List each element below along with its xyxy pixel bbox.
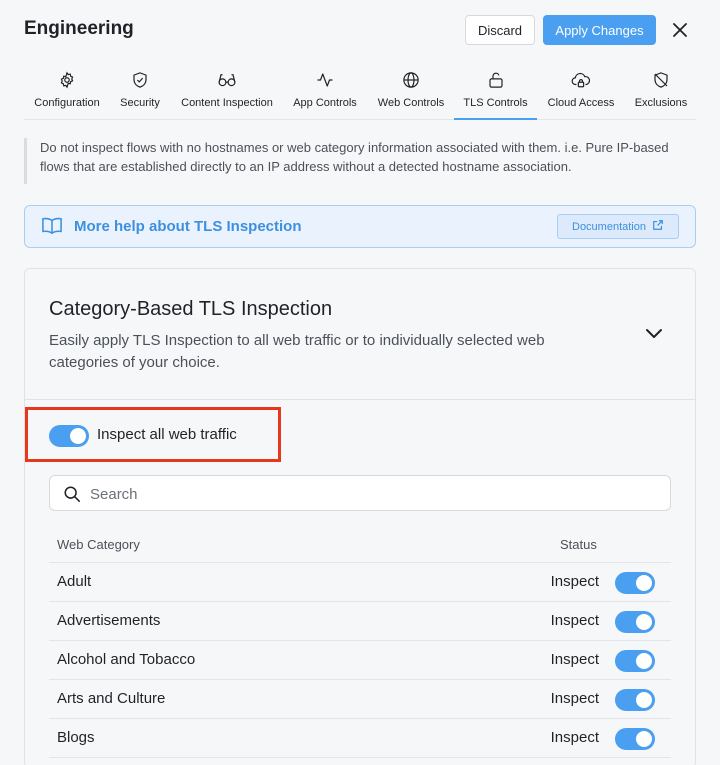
category-name: Alcohol and Tobacco xyxy=(57,651,196,668)
cloud-lock-icon xyxy=(571,68,591,92)
help-link[interactable]: More help about TLS Inspection xyxy=(74,218,302,235)
inspect-all-label: Inspect all web traffic xyxy=(97,426,237,443)
status-text: Inspect xyxy=(550,573,599,590)
inspection-note: Do not inspect flows with no hostnames o… xyxy=(24,138,696,184)
shield-off-icon xyxy=(652,68,670,92)
activity-icon xyxy=(316,68,334,92)
table-row: Arts and Culture Inspect xyxy=(49,680,671,719)
help-banner: More help about TLS Inspection Documenta… xyxy=(24,205,696,248)
inspect-all-toggle[interactable] xyxy=(49,425,89,447)
inspect-toggle[interactable] xyxy=(615,728,655,750)
tab-exclusions[interactable]: Exclusions xyxy=(628,68,694,120)
tab-label: Content Inspection xyxy=(181,97,273,109)
apply-changes-button[interactable]: Apply Changes xyxy=(543,15,656,45)
globe-icon xyxy=(402,68,420,92)
category-name: Arts and Culture xyxy=(57,690,166,707)
table-row: Alcohol and Tobacco Inspect xyxy=(49,641,671,680)
tab-web-controls[interactable]: Web Controls xyxy=(374,68,448,120)
search-input[interactable] xyxy=(90,482,650,506)
tab-configuration[interactable]: Configuration xyxy=(30,68,104,120)
status-text: Inspect xyxy=(550,690,599,707)
documentation-button[interactable]: Documentation xyxy=(557,214,679,239)
chevron-down-icon[interactable] xyxy=(643,323,665,350)
inspect-toggle[interactable] xyxy=(615,572,655,594)
inspect-toggle[interactable] xyxy=(615,689,655,711)
header: Engineering Discard Apply Changes xyxy=(0,0,720,60)
search-box xyxy=(49,475,671,511)
shield-check-icon xyxy=(131,68,149,92)
tab-security[interactable]: Security xyxy=(116,68,164,120)
card-header: Category-Based TLS Inspection Easily app… xyxy=(25,269,695,400)
external-link-icon xyxy=(652,219,664,234)
status-text: Inspect xyxy=(550,729,599,746)
category-name: Adult xyxy=(57,573,92,590)
glasses-icon xyxy=(217,68,237,92)
discard-button[interactable]: Discard xyxy=(465,15,535,45)
tab-label: Security xyxy=(120,97,160,109)
book-open-icon xyxy=(41,216,63,241)
table-row: Advertisements Inspect xyxy=(49,602,671,641)
status-text: Inspect xyxy=(550,612,599,629)
tab-label: TLS Controls xyxy=(463,97,528,109)
category-name: Advertisements xyxy=(57,612,161,629)
table-header: Web Category Status xyxy=(49,533,671,563)
table-row: Adult Inspect xyxy=(49,563,671,602)
inspect-toggle[interactable] xyxy=(615,650,655,672)
inspect-toggle[interactable] xyxy=(615,611,655,633)
tab-label: Web Controls xyxy=(377,97,445,109)
category-name: Blogs xyxy=(57,729,95,746)
tab-app-controls[interactable]: App Controls xyxy=(290,68,360,120)
section-description: Easily apply TLS Inspection to all web t… xyxy=(49,332,545,371)
tab-tls-controls[interactable]: TLS Controls xyxy=(454,68,537,120)
tab-label: Exclusions xyxy=(634,97,688,109)
column-header-status: Status xyxy=(560,537,597,552)
tab-bar: Configuration Security Content Inspectio… xyxy=(24,60,696,120)
tab-label: App Controls xyxy=(293,97,357,109)
tab-content-inspection[interactable]: Content Inspection xyxy=(176,68,278,120)
category-table: Adult Inspect Advertisements Inspect Alc… xyxy=(49,563,671,758)
gear-icon xyxy=(58,68,76,92)
documentation-label: Documentation xyxy=(572,220,646,233)
table-row: Blogs Inspect xyxy=(49,719,671,758)
section-title: Category-Based TLS Inspection xyxy=(49,298,333,320)
unlock-icon xyxy=(487,68,505,92)
search-icon xyxy=(63,485,81,508)
tab-label: Cloud Access xyxy=(547,97,615,109)
status-text: Inspect xyxy=(550,651,599,668)
tab-label: Configuration xyxy=(34,97,100,109)
category-inspection-card: Category-Based TLS Inspection Easily app… xyxy=(24,268,696,765)
page-title: Engineering xyxy=(24,18,134,39)
close-icon[interactable] xyxy=(668,18,692,42)
column-header-category: Web Category xyxy=(57,537,140,552)
tab-cloud-access[interactable]: Cloud Access xyxy=(544,68,618,120)
